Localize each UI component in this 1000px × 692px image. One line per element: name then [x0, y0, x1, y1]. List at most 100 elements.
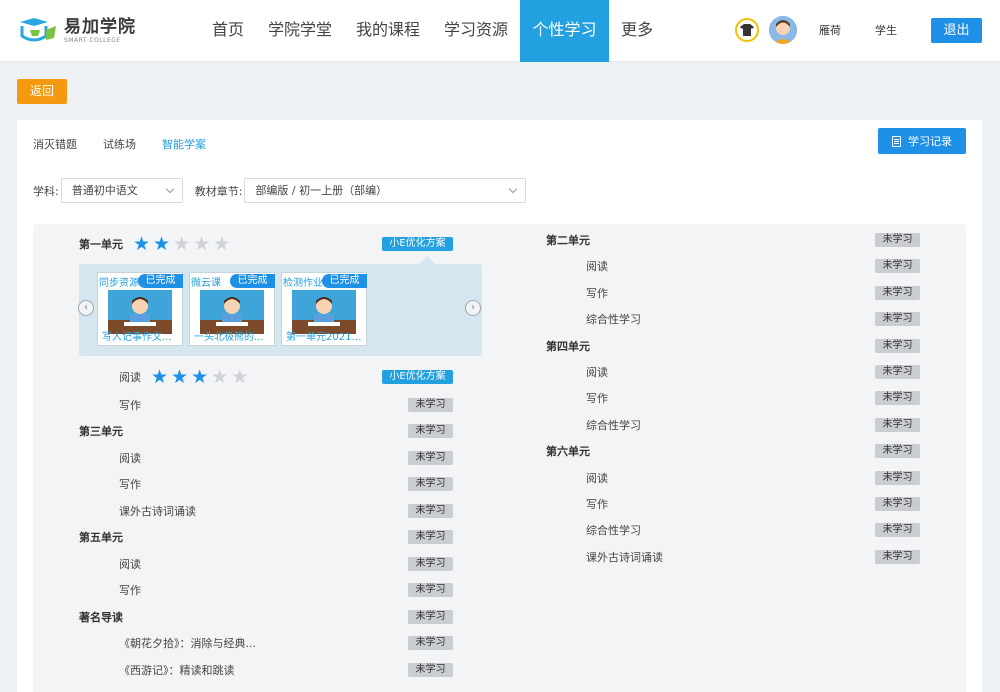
unit-title: 第四单元 [546, 339, 590, 353]
user-name[interactable]: 雁荷 [819, 22, 841, 38]
nav-personal-learning[interactable]: 个性学习 [520, 0, 610, 62]
resource-type: 微云课 [191, 278, 221, 289]
star-filled-icon: ★ [151, 366, 169, 388]
resource-card[interactable]: 检测作业 已完成 第一单元20210... [281, 272, 367, 346]
status-badge: 未学习 [408, 503, 453, 518]
unit-row[interactable]: 第五单元 [79, 530, 123, 544]
sub-row[interactable]: 《朝花夕拾》：消除与经典... [119, 636, 256, 650]
carousel-prev-icon[interactable]: ‹ [78, 300, 94, 316]
sub-title: 阅读 [586, 260, 608, 274]
unit-row[interactable]: 著名导读 [79, 610, 123, 624]
status-badge: 未学习 [875, 259, 920, 274]
status-badge: 已完成 [138, 274, 183, 288]
sub-title: 写作 [119, 584, 141, 597]
sub-row[interactable]: 阅读 [119, 557, 141, 571]
tab-eliminate-errors[interactable]: 消灭错题 [33, 138, 77, 152]
unit-title: 第六单元 [546, 445, 590, 459]
nav-more[interactable]: 更多 [609, 0, 665, 62]
sub-title: 写作 [119, 399, 141, 412]
optimize-plan-badge[interactable]: 小E优化方案 [382, 370, 453, 384]
sub-row[interactable]: 写作 [586, 497, 608, 511]
study-plan-content: 第一单元 ★ ★ ★ ★ ★ 小E优化方案 ‹ › 同步资源 已完成 写人记事作文...… [33, 224, 966, 692]
sub-title: 《朝花夕拾》：消除与经典... [119, 637, 256, 650]
sub-row[interactable]: 写作 [119, 477, 141, 491]
resource-type: 检测作业 [283, 278, 323, 289]
status-badge: 未学习 [875, 549, 920, 564]
sub-row[interactable]: 阅读 [586, 259, 608, 273]
sub-row[interactable]: 综合性学习 [586, 523, 641, 537]
nav-resources[interactable]: 学习资源 [432, 0, 520, 62]
subject-select[interactable]: 普通初中语文 [60, 178, 183, 203]
star-empty-icon: ★ [213, 233, 231, 255]
tab-practice[interactable]: 试练场 [103, 138, 136, 152]
resource-carousel: ‹ › 同步资源 已完成 写人记事作文... 微云课 已完成 一头北极熊的...… [78, 264, 482, 356]
sub-row[interactable]: 综合性学习 [586, 312, 641, 326]
status-badge: 未学习 [408, 583, 453, 597]
unit-title: 第五单元 [79, 531, 123, 544]
status-badge: 未学习 [408, 530, 453, 544]
status-badge: 未学习 [875, 391, 920, 406]
status-badge: 未学习 [875, 444, 920, 459]
sub-row[interactable]: 阅读 [586, 365, 608, 379]
user-role: 学生 [875, 24, 897, 37]
nav-home[interactable]: 首页 [200, 0, 256, 62]
chapter-label: 教材章节: [194, 184, 243, 198]
sub-row[interactable]: 写作 [586, 286, 608, 300]
resource-title: 写人记事作文... [102, 332, 172, 343]
unit-row[interactable]: 第四单元 [546, 339, 590, 353]
sub-title: 综合性学习 [586, 313, 641, 327]
sub-row[interactable]: 《西游记》：精读和跳读 [119, 663, 235, 677]
sub-row[interactable]: 写作 [119, 398, 141, 412]
nav-academy[interactable]: 学院学堂 [256, 0, 344, 62]
sub-row[interactable]: 写作 [586, 391, 608, 405]
tshirt-icon[interactable] [735, 18, 759, 42]
unit-row[interactable]: 第六单元 [546, 444, 590, 458]
sub-title: 课外古诗词诵读 [586, 550, 663, 564]
sub-title: 课外古诗词诵读 [119, 504, 196, 518]
star-empty-icon: ★ [193, 233, 211, 255]
resource-card[interactable]: 微云课 已完成 一头北极熊的... [189, 272, 275, 346]
resource-card[interactable]: 同步资源 已完成 写人记事作文... [97, 272, 183, 346]
avatar[interactable] [769, 16, 797, 44]
sub-title: 阅读 [119, 371, 141, 384]
back-button[interactable]: 返回 [17, 79, 67, 104]
tab-smart-plan[interactable]: 智能学案 [162, 138, 206, 152]
nav-my-courses[interactable]: 我的课程 [344, 0, 432, 62]
optimize-plan-badge[interactable]: 小E优化方案 [382, 237, 453, 251]
study-record-button[interactable]: 学习记录 [878, 128, 966, 154]
sub-title: 写作 [586, 498, 608, 511]
status-badge: 已完成 [230, 274, 275, 288]
status-badge: 未学习 [875, 417, 920, 432]
chapter-value: 部编版 / 初一上册（部编） [255, 184, 388, 197]
sub-row[interactable]: 课外古诗词诵读 [119, 504, 196, 518]
unit-row[interactable]: 第三单元 [79, 424, 123, 438]
unit-row[interactable]: 第一单元 ★ ★ ★ ★ ★ [79, 233, 233, 255]
status-badge: 未学习 [875, 233, 920, 247]
rating-stars: ★ ★ ★ ★ ★ [151, 366, 251, 388]
sub-row[interactable]: 阅读 [119, 451, 141, 465]
logo-title: 易加学院 [64, 17, 136, 37]
sub-title: 《西游记》：精读和跳读 [119, 663, 235, 677]
chevron-down-icon [509, 184, 518, 194]
status-badge: 未学习 [408, 450, 453, 465]
unit-row[interactable]: 第二单元 [546, 233, 590, 247]
expand-pointer [419, 256, 435, 264]
main-panel: 消灭错题 试练场 智能学案 学习记录 学科: 普通初中语文 教材章节: 部编版 … [17, 120, 982, 692]
chevron-down-icon [165, 184, 174, 194]
logout-button[interactable]: 退出 [931, 17, 982, 43]
carousel-next-icon[interactable]: › [465, 300, 481, 316]
main-nav: 首页 学院学堂 我的课程 学习资源 个性学习 更多 [200, 0, 665, 62]
chapter-select[interactable]: 部编版 / 初一上册（部编） [244, 178, 527, 203]
sub-row[interactable]: 阅读 [586, 471, 608, 485]
resource-type: 同步资源 [99, 278, 139, 289]
study-record-label: 学习记录 [908, 135, 952, 148]
status-badge: 已完成 [322, 274, 367, 288]
site-logo[interactable]: 易加学院 SMART COLLEGE [16, 14, 146, 48]
star-filled-icon: ★ [133, 233, 151, 255]
sub-row[interactable]: 课外古诗词诵读 [586, 550, 663, 564]
rating-stars: ★ ★ ★ ★ ★ [133, 233, 233, 255]
subject-value: 普通初中语文 [71, 184, 138, 197]
sub-row[interactable]: 综合性学习 [586, 418, 641, 432]
sub-row[interactable]: 阅读 ★ ★ ★ ★ ★ [119, 366, 251, 388]
sub-row[interactable]: 写作 [119, 583, 141, 597]
